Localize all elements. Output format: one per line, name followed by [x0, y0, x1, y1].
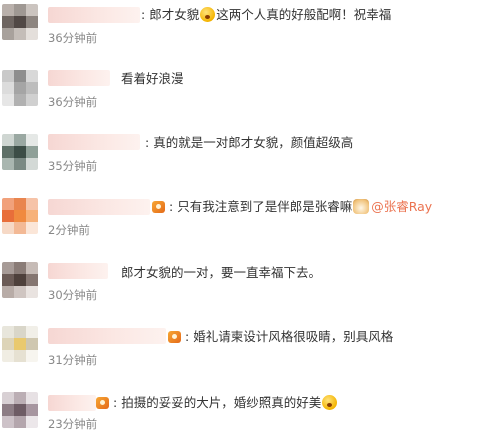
cat-emoji-icon [353, 199, 370, 214]
username-blurred[interactable] [48, 263, 108, 279]
comment-text-part: 婚礼请柬设计风格很吸睛，别具风格 [193, 329, 394, 344]
comment-text-part: 真的就是一对郎才女貌，颜值超级高 [153, 135, 354, 150]
comment-text: 看着好浪漫 [121, 71, 184, 86]
timestamp[interactable]: 36分钟前 [48, 31, 97, 45]
username-blurred[interactable] [48, 70, 110, 86]
username-blurred[interactable] [48, 395, 96, 411]
avatar[interactable] [2, 134, 38, 170]
timestamp[interactable]: 36分钟前 [48, 95, 97, 109]
username-blurred[interactable] [48, 7, 140, 23]
avatar[interactable] [2, 326, 38, 362]
comment-text-part: 拍摄的妥妥的大片，婚纱照真的好美 [121, 395, 322, 410]
avatar[interactable] [2, 70, 38, 106]
avatar[interactable] [2, 4, 38, 40]
comment-text: 郎才女貌的一对，要一直幸福下去。 [121, 265, 322, 280]
colon: : [145, 135, 150, 150]
mention-link[interactable]: @张睿Ray [371, 199, 432, 214]
timestamp[interactable]: 30分钟前 [48, 288, 97, 302]
colon: : [184, 329, 190, 344]
shocked-face-emoji-icon [200, 7, 216, 22]
username-blurred[interactable] [48, 134, 140, 150]
comment-item: : 只有我注意到了是伴郎是张睿嘛 @张睿Ray 2分钟前 [0, 192, 494, 248]
comment-text: : 婚礼请柬设计风格很吸睛，别具风格 [168, 329, 393, 345]
comment-item: : 真的就是一对郎才女貌，颜值超级高 35分钟前 [0, 128, 494, 184]
comment-text: : 真的就是一对郎才女貌，颜值超级高 [145, 135, 353, 151]
comment-item: : 婚礼请柬设计风格很吸睛，别具风格 31分钟前 [0, 320, 494, 376]
comment-text: : 只有我注意到了是伴郎是张睿嘛 @张睿Ray [152, 199, 432, 215]
comment-text-part: 只有我注意到了是伴郎是张睿嘛 [177, 199, 353, 214]
member-badge-icon [96, 397, 109, 409]
comment-text: : 郎才女貌 这两个人真的好般配啊！祝幸福 [141, 7, 391, 23]
colon: : [168, 199, 174, 214]
colon: : [112, 395, 118, 410]
comment-item: 郎才女貌的一对，要一直幸福下去。 30分钟前 [0, 256, 494, 312]
comment-item: : 拍摄的妥妥的大片，婚纱照真的好美 23分钟前 [0, 384, 494, 432]
comment-text-part: 郎才女貌 [149, 7, 200, 22]
timestamp[interactable]: 35分钟前 [48, 159, 97, 173]
colon: : [141, 7, 146, 22]
avatar[interactable] [2, 262, 38, 298]
timestamp[interactable]: 31分钟前 [48, 353, 97, 367]
comment-text: : 拍摄的妥妥的大片，婚纱照真的好美 [96, 395, 338, 411]
comment-item: 看着好浪漫 36分钟前 [0, 64, 494, 120]
username-blurred[interactable] [48, 328, 166, 344]
username-blurred[interactable] [48, 199, 150, 215]
comment-item: : 郎才女貌 这两个人真的好般配啊！祝幸福 36分钟前 [0, 0, 494, 60]
member-badge-icon [168, 331, 181, 343]
avatar[interactable] [2, 392, 38, 428]
comment-text-part: 这两个人真的好般配啊！祝幸福 [216, 7, 392, 22]
timestamp[interactable]: 23分钟前 [48, 417, 97, 431]
timestamp[interactable]: 2分钟前 [48, 223, 90, 237]
member-badge-icon [152, 201, 165, 213]
shocked-face-emoji-icon [322, 395, 338, 410]
avatar[interactable] [2, 198, 38, 234]
